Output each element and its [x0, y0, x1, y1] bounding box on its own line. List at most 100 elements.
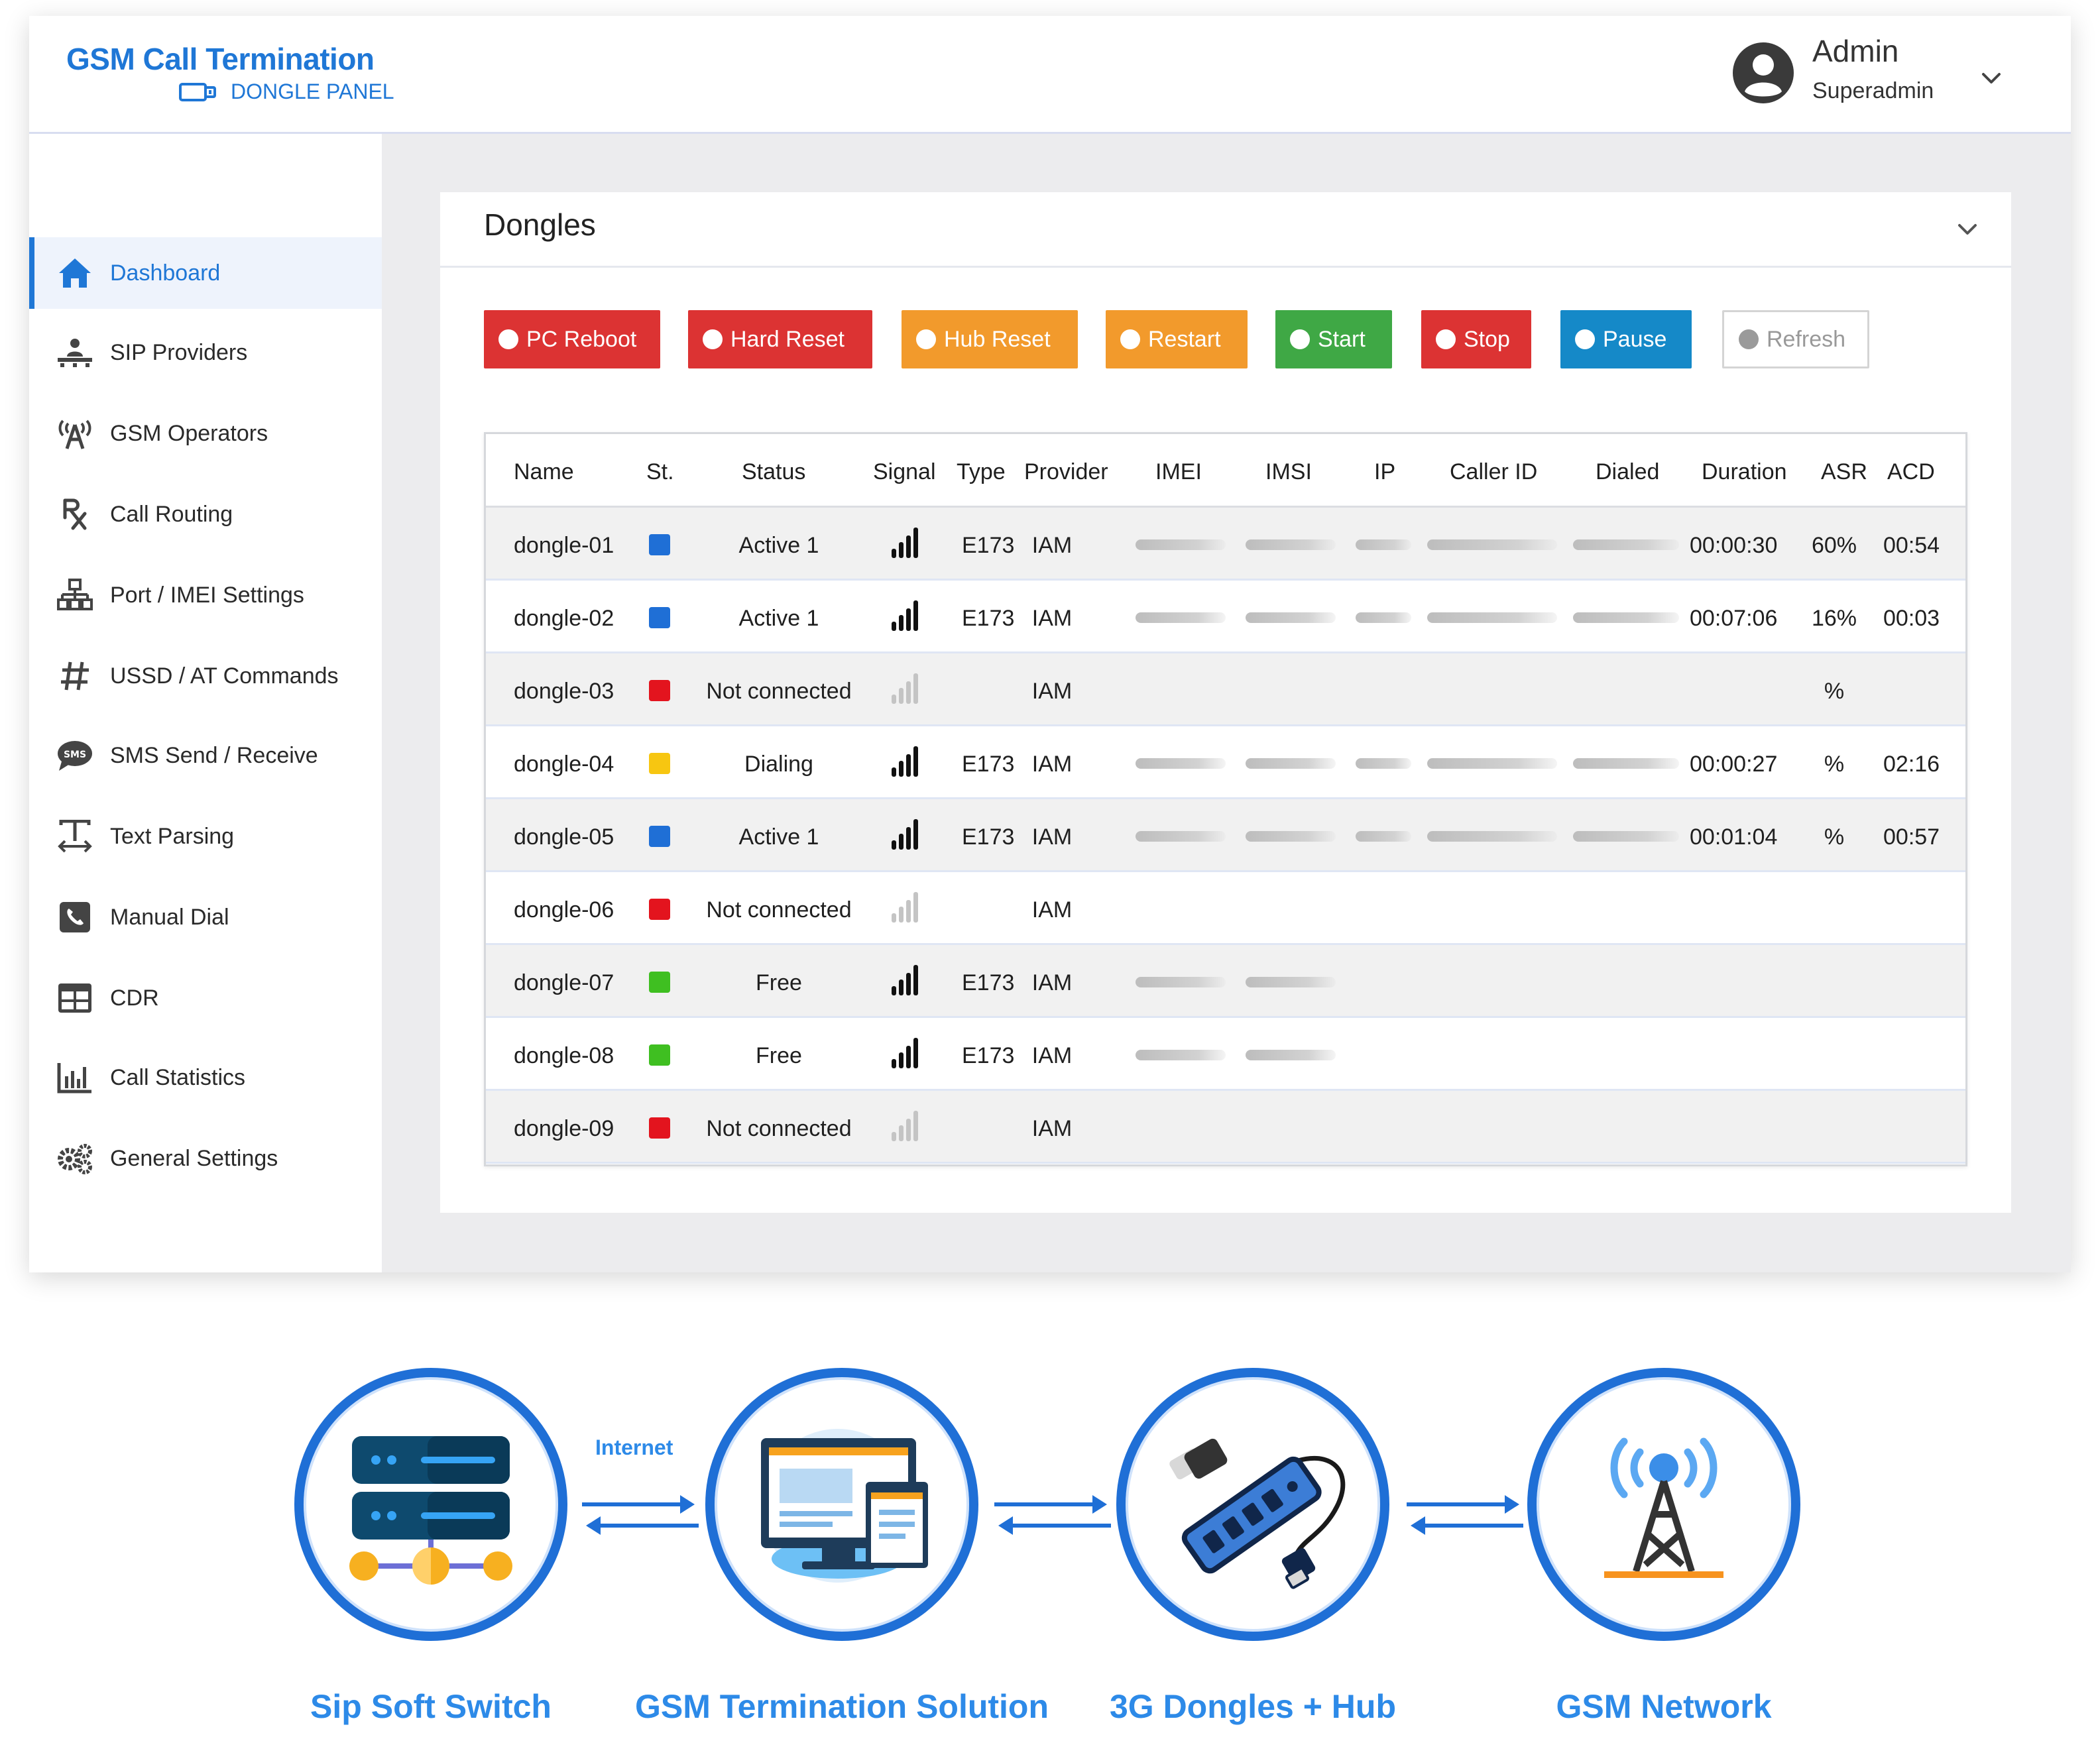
circle-icon: [1575, 329, 1595, 349]
column-header[interactable]: Signal: [873, 459, 936, 485]
status-text: Active 1: [738, 533, 819, 558]
sidebar-item-ussd-at[interactable]: USSD / AT Commands: [29, 640, 382, 712]
sip-provider-icon: [56, 333, 94, 372]
table-row[interactable]: dongle-09 Not connected IAM: [486, 1091, 1965, 1164]
button-label: Stop: [1464, 326, 1510, 352]
pause-button[interactable]: Pause: [1560, 310, 1692, 368]
signal-strength-icon: [892, 818, 921, 850]
sidebar-item-text-parsing[interactable]: Text Parsing: [29, 801, 382, 872]
hub-reset-button[interactable]: Hub Reset: [902, 310, 1078, 368]
sidebar-item-sip-providers[interactable]: SIP Providers: [29, 317, 382, 388]
circle-icon: [703, 329, 723, 349]
table-row[interactable]: dongle-06 Not connected IAM: [486, 872, 1965, 945]
redacted-ip: [1356, 539, 1411, 550]
signal-strength-icon: [892, 526, 921, 558]
sidebar-item-call-statistics[interactable]: Call Statistics: [29, 1042, 382, 1113]
provider: IAM: [1031, 606, 1073, 631]
column-header[interactable]: Provider: [1024, 459, 1108, 485]
dongle-name: dongle-04: [514, 752, 614, 777]
sidebar-item-call-routing[interactable]: Call Routing: [29, 478, 382, 550]
chevron-down-icon[interactable]: [1978, 65, 2005, 91]
hash-icon: [56, 657, 94, 695]
button-label: Restart: [1148, 326, 1221, 352]
column-header[interactable]: Type: [957, 459, 1006, 485]
provider: IAM: [1031, 1116, 1073, 1141]
pc-reboot-button[interactable]: PC Reboot: [484, 310, 660, 368]
restart-button[interactable]: Restart: [1106, 310, 1248, 368]
sidebar-item-dashboard[interactable]: Dashboard: [29, 237, 382, 309]
circle-icon: [1739, 329, 1759, 349]
column-header[interactable]: Dialed: [1596, 459, 1659, 485]
column-header[interactable]: ACD: [1887, 459, 1935, 485]
device-type: E173: [962, 1043, 1015, 1068]
status-indicator: [649, 826, 670, 847]
redacted-callerid: [1427, 831, 1557, 842]
sidebar-item-gsm-operators[interactable]: GSM Operators: [29, 398, 382, 469]
network-icon: [56, 576, 94, 614]
device-type: E173: [962, 824, 1015, 850]
call-duration: 00:01:04: [1690, 824, 1778, 850]
status-indicator: [649, 1117, 670, 1139]
svg-text:SMS: SMS: [64, 750, 86, 760]
diagram-node-sip: [294, 1368, 567, 1641]
column-header[interactable]: Status: [742, 459, 805, 485]
panel-header[interactable]: Dongles: [440, 192, 2011, 268]
table-row[interactable]: dongle-03 Not connected IAM%: [486, 653, 1965, 726]
column-header[interactable]: Caller ID: [1450, 459, 1537, 485]
table-row[interactable]: dongle-04 Dialing E173 IAM 00:00:27% 02:16: [486, 726, 1965, 799]
signal-strength-icon: [892, 1109, 921, 1141]
table-row[interactable]: dongle-05 Active 1 E173 IAM 00:01:04% 00:57: [486, 799, 1965, 872]
sidebar-item-label: Manual Dial: [110, 904, 229, 930]
table-row[interactable]: dongle-02 Active 1 E173 IAM 00:07:06 16% 00:03: [486, 581, 1965, 653]
status-text: Not connected: [706, 679, 852, 704]
usb-hub-icon: [1169, 1438, 1346, 1589]
signal-strength-icon: [892, 745, 921, 777]
diagram-node-label: Sip Soft Switch: [310, 1688, 552, 1725]
dongle-name: dongle-05: [514, 824, 614, 850]
start-button[interactable]: Start: [1275, 310, 1392, 368]
device-type: E173: [962, 606, 1015, 631]
column-header[interactable]: IMSI: [1265, 459, 1312, 485]
chevron-down-icon[interactable]: [1953, 215, 1982, 244]
dongle-logo-icon: [179, 83, 216, 101]
table-row[interactable]: dongle-08 Free E173 IAM: [486, 1018, 1965, 1091]
user-avatar-icon[interactable]: [1731, 41, 1795, 105]
dongle-name: dongle-03: [514, 679, 614, 704]
column-header[interactable]: Name: [514, 459, 574, 485]
sidebar-item-label: Port / IMEI Settings: [110, 582, 304, 608]
acd-value: 02:16: [1883, 752, 1940, 777]
button-label: Refresh: [1767, 326, 1846, 352]
user-name[interactable]: Admin: [1812, 33, 1898, 69]
column-header[interactable]: St.: [646, 459, 674, 485]
table-row[interactable]: dongle-01 Active 1 E173 IAM 00:00:30 60% 00:54: [486, 508, 1965, 581]
sidebar-item-manual-dial[interactable]: Manual Dial: [29, 881, 382, 953]
signal-strength-icon: [892, 891, 921, 923]
redacted-imsi: [1246, 612, 1336, 623]
redacted-dialed: [1573, 612, 1679, 623]
dongle-name: dongle-06: [514, 897, 614, 923]
table-row[interactable]: dongle-07 Free E173 IAM: [486, 945, 1965, 1018]
diagram-node-termination: [705, 1368, 978, 1641]
column-header[interactable]: IP: [1374, 459, 1395, 485]
column-header[interactable]: IMEI: [1155, 459, 1202, 485]
status-indicator: [649, 972, 670, 993]
dongle-name: dongle-07: [514, 970, 614, 995]
sidebar-item-sms[interactable]: SMS SMS Send / Receive: [29, 720, 382, 791]
column-header[interactable]: Duration: [1702, 459, 1787, 485]
stop-button[interactable]: Stop: [1421, 310, 1531, 368]
sidebar-item-general-settings[interactable]: General Settings: [29, 1123, 382, 1194]
refresh-button[interactable]: Refresh: [1722, 310, 1869, 368]
user-role: Superadmin: [1812, 78, 1934, 103]
text-parsing-icon: [56, 817, 94, 856]
brand-title[interactable]: GSM Call Termination: [66, 41, 375, 77]
column-header[interactable]: ASR: [1821, 459, 1867, 485]
rx-icon: [56, 495, 94, 533]
redacted-imsi: [1246, 977, 1336, 987]
sidebar-item-port-imei[interactable]: Port / IMEI Settings: [29, 559, 382, 631]
redacted-ip: [1356, 831, 1411, 842]
sidebar-item-label: Call Routing: [110, 501, 233, 527]
hard-reset-button[interactable]: Hard Reset: [688, 310, 872, 368]
acd-value: 00:03: [1883, 606, 1940, 631]
sidebar-item-cdr[interactable]: CDR: [29, 962, 382, 1034]
sidebar-item-label: SMS Send / Receive: [110, 742, 318, 768]
